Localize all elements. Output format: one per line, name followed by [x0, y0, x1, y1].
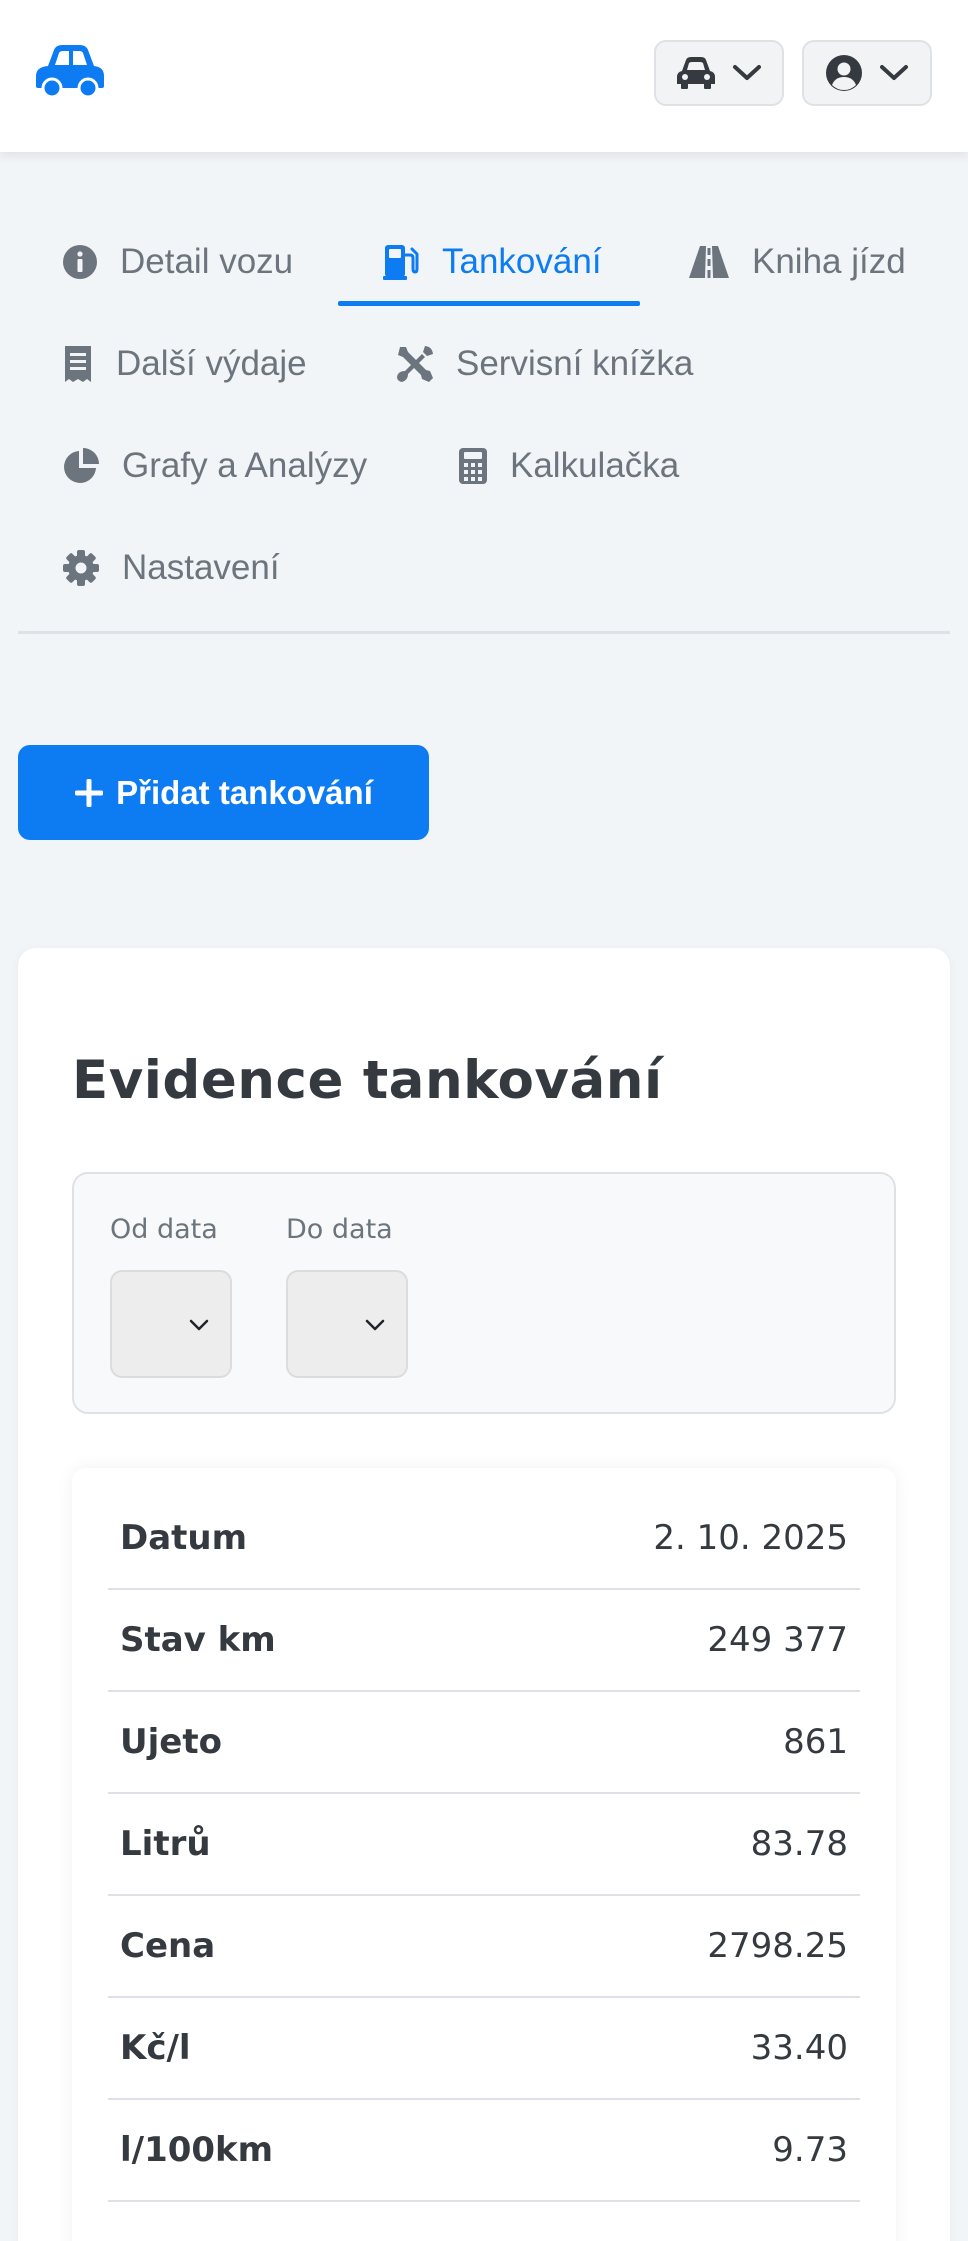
plus-icon — [75, 778, 104, 807]
row-label: l/100km — [120, 2130, 274, 2170]
row-value: 83.78 — [750, 1824, 848, 1864]
chevron-down-icon — [365, 1319, 385, 1331]
gas-pump-icon — [383, 245, 419, 280]
from-date-label: Od data — [110, 1214, 218, 1245]
card-title: Evidence tankování — [72, 1050, 663, 1111]
pie-chart-icon — [64, 448, 99, 483]
tab-label: Kalkulačka — [510, 446, 680, 485]
chevron-down-icon — [880, 65, 908, 80]
record-row-price-per-liter: Kč/l 33.40 — [108, 1998, 860, 2100]
tab-dalsi-vydaje[interactable]: Další výdaje — [62, 324, 307, 404]
tab-label: Další výdaje — [116, 344, 307, 383]
tools-icon — [397, 346, 433, 382]
tab-label: Nastavení — [122, 548, 280, 587]
section-tabs: Detail vozu Tankování Kniha jízd Další v… — [18, 222, 950, 635]
refuel-records-card: Evidence tankování Od data Do data Datum… — [18, 948, 950, 2241]
tab-grafy-a-analyzy[interactable]: Grafy a Analýzy — [62, 426, 367, 506]
tab-kalkulacka[interactable]: Kalkulačka — [458, 426, 679, 506]
tab-kniha-jizd[interactable]: Kniha jízd — [688, 222, 906, 302]
row-label: Kč/l — [120, 2028, 191, 2068]
road-icon — [689, 246, 729, 278]
record-row-consumption: l/100km 9.73 — [108, 2100, 860, 2202]
row-label: Stav km — [120, 1620, 276, 1660]
tab-label: Kniha jízd — [752, 242, 906, 281]
tabs-divider — [18, 631, 950, 634]
record-row-date: Datum 2. 10. 2025 — [108, 1488, 860, 1590]
user-circle-icon — [826, 55, 862, 91]
tab-label: Grafy a Analýzy — [122, 446, 368, 485]
add-refuel-label: Přidat tankování — [116, 773, 373, 811]
chevron-down-icon — [189, 1319, 209, 1331]
date-filter: Od data Do data — [72, 1172, 896, 1414]
tab-label: Tankování — [442, 242, 602, 281]
record-row-liters: Litrů 83.78 — [108, 1794, 860, 1896]
record-row-odometer: Stav km 249 377 — [108, 1590, 860, 1692]
refuel-record: Datum 2. 10. 2025 Stav km 249 377 Ujeto … — [72, 1468, 896, 2241]
row-value: 33.40 — [750, 2028, 848, 2068]
to-date-select[interactable] — [286, 1270, 408, 1378]
from-date-select[interactable] — [110, 1270, 232, 1378]
tab-tankovani[interactable]: Tankování — [338, 222, 640, 306]
row-label: Cena — [120, 1926, 216, 1966]
info-circle-icon — [63, 245, 97, 279]
row-value: 2. 10. 2025 — [653, 1518, 848, 1558]
row-value: 861 — [783, 1722, 848, 1762]
row-value: 2798.25 — [707, 1926, 848, 1966]
add-refuel-button[interactable]: Přidat tankování — [18, 745, 429, 840]
tab-nastaveni[interactable]: Nastavení — [62, 528, 280, 608]
tab-detail-vozu[interactable]: Detail vozu — [62, 222, 293, 302]
row-value: 9.73 — [772, 2130, 848, 2170]
car-icon[interactable] — [34, 42, 106, 99]
row-value: 249 377 — [707, 1620, 848, 1660]
tab-servisni-knizka[interactable]: Servisní knížka — [396, 324, 693, 404]
row-label: Datum — [120, 1518, 248, 1558]
tab-label: Detail vozu — [120, 242, 294, 281]
row-label: Ujeto — [120, 1722, 222, 1762]
car-icon — [677, 57, 715, 89]
car-selector-button[interactable] — [654, 40, 784, 106]
calculator-icon — [459, 448, 487, 484]
user-menu-button[interactable] — [802, 40, 932, 106]
to-date-label: Do data — [286, 1214, 393, 1245]
record-row-distance: Ujeto 861 — [108, 1692, 860, 1794]
top-navbar — [0, 0, 968, 152]
receipt-icon — [65, 346, 91, 382]
tab-label: Servisní knížka — [456, 344, 694, 383]
row-label: Litrů — [120, 1824, 211, 1864]
chevron-down-icon — [733, 65, 761, 80]
gear-icon — [63, 550, 99, 586]
record-row-price: Cena 2798.25 — [108, 1896, 860, 1998]
